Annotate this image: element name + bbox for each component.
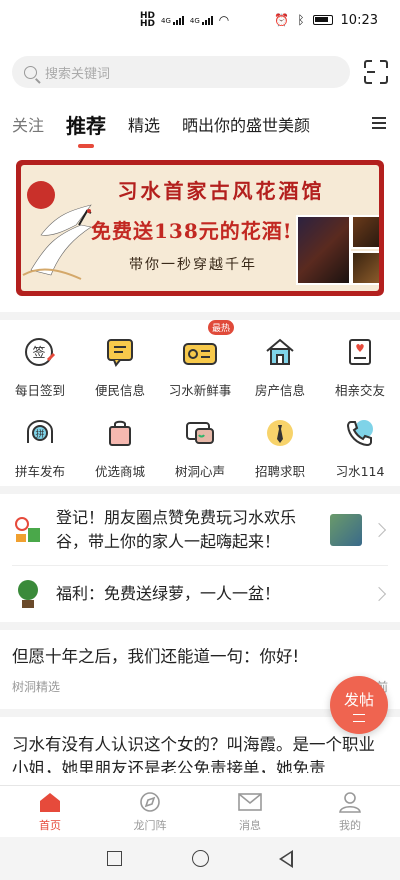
grid-label: 优选商城: [94, 464, 145, 479]
alarm-icon: ⏰: [274, 13, 290, 27]
user-icon: [339, 791, 361, 813]
checkin-icon: 签: [20, 332, 60, 372]
news-list: 登记！朋友圈点赞免费玩习水欢乐谷，带上你的家人一起嗨起来！ 福利：免费送绿萝，一…: [0, 494, 400, 622]
divider: [0, 486, 400, 494]
shortcut-grid: 签 每日签到 便民信息 最热 习水新鲜事 房产信息 相亲交友 拼 拼车发布 优选…: [0, 320, 400, 486]
bottom-nav: 首页 龙门阵 消息 我的: [0, 785, 400, 837]
divider: [0, 622, 400, 630]
post-title: 习水有没有人认识这个女的？叫海霞。是一个职业小姐，她里朋友还是老公免责接单，她免…: [12, 735, 375, 773]
battery-icon: [312, 15, 333, 25]
search-input[interactable]: 搜索关键词: [12, 56, 350, 88]
grid-item-treehole[interactable]: 树洞心声: [160, 413, 240, 480]
plant-icon: [12, 578, 44, 610]
grid-label: 相亲交友: [334, 383, 385, 398]
menu-icon[interactable]: [372, 117, 386, 129]
nav-label: 消息: [239, 818, 261, 832]
status-bar: HD HD 4G 4G ◠ ⏰ ᛒ 10:23: [0, 0, 400, 40]
grid-label: 招聘求职: [254, 464, 305, 479]
grid-item-dating[interactable]: 相亲交友: [320, 332, 400, 399]
list-item[interactable]: 登记！朋友圈点赞免费玩习水欢乐谷，带上你的家人一起嗨起来！: [12, 494, 388, 566]
compass-icon: [140, 791, 160, 812]
tab-featured[interactable]: 精选: [128, 112, 160, 136]
news-thumbnail: [330, 513, 362, 546]
signal-icon: 4G: [161, 15, 184, 25]
signal-icon-2: 4G: [190, 15, 213, 25]
search-icon: [24, 65, 37, 79]
fab-label: 发帖: [343, 690, 374, 709]
list-item[interactable]: 福利：免费送绿萝，一人一盆！: [12, 566, 388, 622]
grid-label: 每日签到: [14, 383, 65, 398]
chevron-right-icon: [371, 522, 387, 537]
search-row: 搜索关键词: [0, 40, 400, 104]
chat-bubble-icon: [180, 413, 220, 453]
grid-label: 习水新鲜事: [168, 383, 232, 398]
recents-button[interactable]: [107, 851, 122, 866]
grid-item-checkin[interactable]: 签 每日签到: [0, 332, 80, 399]
category-tabs: 关注 推荐 精选 晒出你的盛世美颜: [0, 104, 400, 148]
home-button[interactable]: [192, 850, 209, 867]
grid-label: 习水114: [335, 464, 385, 479]
shopping-bag-icon: [100, 413, 140, 453]
nav-profile[interactable]: 我的: [300, 786, 400, 837]
wifi-icon: ◠: [218, 13, 230, 27]
grid-item-housing[interactable]: 房产信息: [240, 332, 320, 399]
nav-messages[interactable]: 消息: [200, 786, 300, 837]
banner-photo: [351, 215, 379, 249]
mail-icon: [238, 792, 262, 811]
grid-item-mall[interactable]: 优选商城: [80, 413, 160, 480]
radio-icon: 最热: [180, 320, 234, 372]
svg-text:拼: 拼: [35, 428, 44, 440]
crane-illustration: [22, 181, 92, 280]
news-text: 福利：免费送绿萝，一人一盆！: [56, 584, 281, 603]
nav-label: 首页: [39, 818, 61, 832]
post-title: 但愿十年之后，我们还能道一句：你好!: [12, 647, 300, 666]
post-source: 树洞精选: [12, 680, 61, 694]
nav-label: 龙门阵: [133, 818, 167, 832]
banner-tagline: 带你一秒穿越千年: [129, 257, 257, 273]
banner-title: 习水首家古风花酒馆: [117, 179, 325, 203]
grid-item-114[interactable]: 习水114: [320, 413, 400, 480]
banner-photo: [351, 251, 379, 285]
scan-icon[interactable]: [364, 60, 388, 84]
back-button[interactable]: [279, 849, 293, 868]
svg-text:签: 签: [32, 345, 45, 361]
tab-beauty[interactable]: 晒出你的盛世美颜: [182, 112, 310, 136]
phone-icon: [340, 413, 380, 453]
bluetooth-icon: ᛒ: [297, 13, 305, 27]
banner-photo: [296, 215, 351, 285]
grid-label: 拼车发布: [14, 464, 65, 479]
system-nav-bar: [0, 837, 400, 880]
post-fab-button[interactable]: 发帖: [330, 676, 388, 734]
news-text: 登记！朋友圈点赞免费玩习水欢乐谷，带上你的家人一起嗨起来！: [56, 507, 297, 551]
promo-banner[interactable]: 习水首家古风花酒馆 免费送138元的花酒! 带你一秒穿越千年: [16, 160, 384, 296]
heart-letter-icon: [340, 332, 380, 372]
tab-follow[interactable]: 关注: [12, 112, 44, 136]
nav-home[interactable]: 首页: [0, 786, 100, 837]
grid-item-carpool[interactable]: 拼 拼车发布: [0, 413, 80, 480]
grid-item-info[interactable]: 便民信息: [80, 332, 160, 399]
grid-item-news[interactable]: 最热 习水新鲜事: [160, 320, 240, 399]
nav-chat[interactable]: 龙门阵: [100, 786, 200, 837]
divider: [0, 312, 400, 320]
tie-icon: [260, 413, 300, 453]
tab-recommend[interactable]: 推荐: [66, 110, 106, 148]
signal-icons: HD HD 4G 4G ◠: [140, 11, 230, 29]
grid-label: 树洞心声: [174, 464, 225, 479]
search-placeholder: 搜索关键词: [45, 66, 111, 82]
nav-label: 我的: [339, 818, 361, 832]
clock: 10:23: [340, 12, 378, 28]
grid-item-jobs[interactable]: 招聘求职: [240, 413, 320, 480]
banner-subtitle: 免费送138元的花酒!: [91, 219, 293, 243]
amusement-park-icon: [12, 513, 44, 546]
chevron-right-icon: [371, 586, 387, 602]
house-icon: [260, 332, 300, 372]
home-icon: [40, 792, 60, 812]
message-icon: [100, 332, 140, 372]
grid-label: 便民信息: [94, 383, 145, 398]
grid-label: 房产信息: [254, 383, 305, 398]
hot-badge: 最热: [207, 320, 234, 335]
car-icon: 拼: [20, 413, 60, 453]
hd-badge-icon: HD HD: [140, 11, 156, 29]
fab-bars-icon: [353, 713, 365, 722]
